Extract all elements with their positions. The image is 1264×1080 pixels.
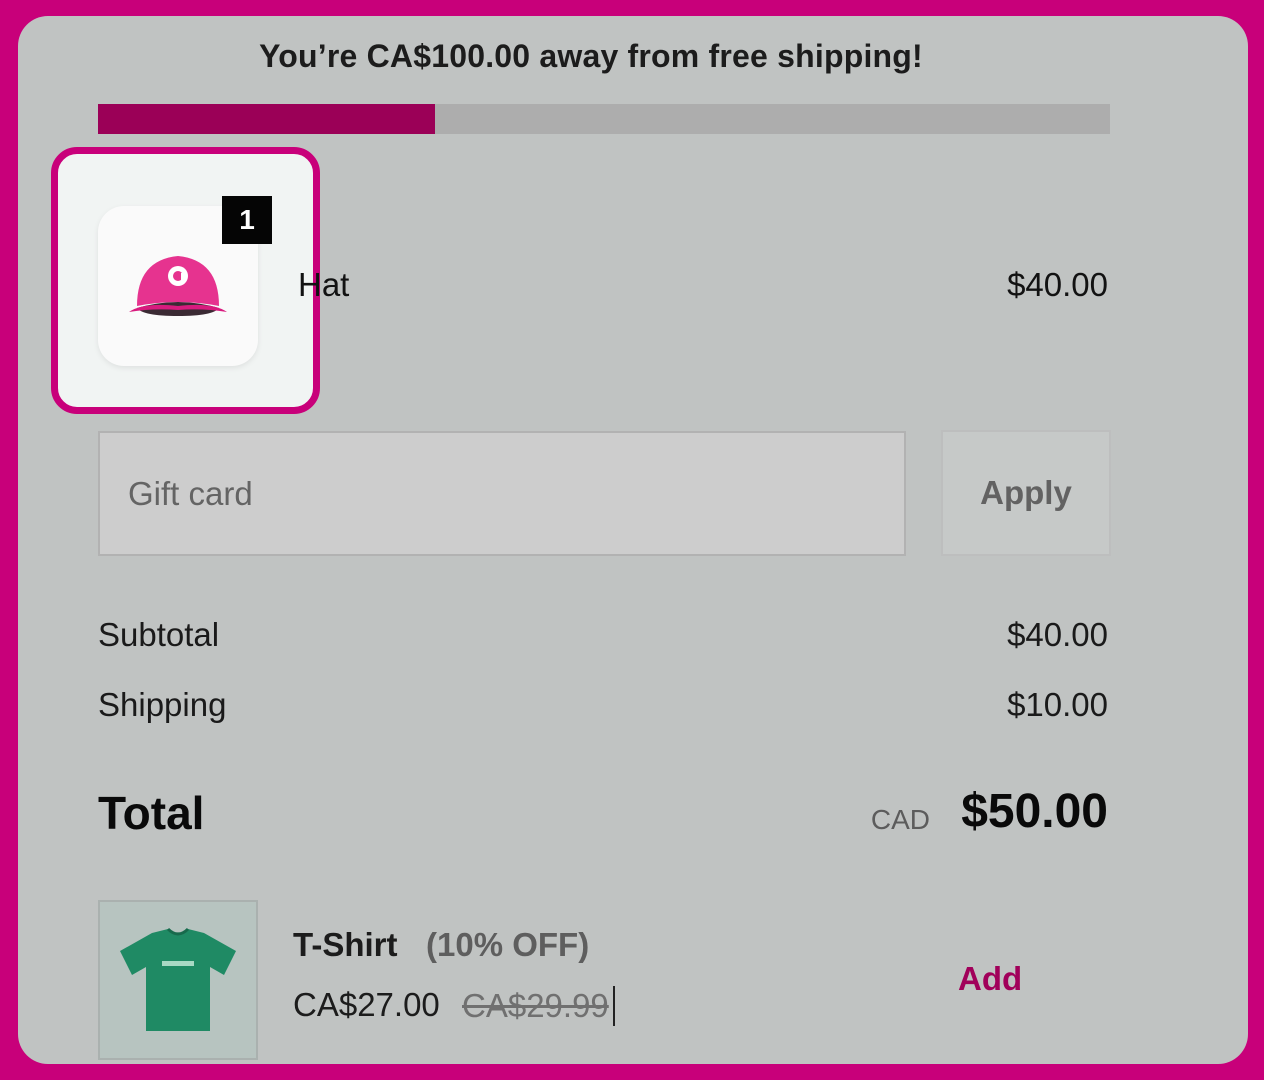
upsell-discount-label: (10% OFF)	[426, 926, 590, 963]
free-shipping-progress-bar	[98, 104, 1110, 134]
total-value: $50.00	[961, 785, 1108, 838]
apply-gift-card-button[interactable]: Apply	[941, 430, 1111, 556]
cart-item-price: $40.00	[1007, 266, 1108, 303]
upsell-sale-price: CA$27.00	[293, 986, 440, 1023]
upsell-add-button[interactable]: Add	[958, 960, 1022, 998]
cart-drawer: You’re CA$100.00 away from free shipping…	[18, 16, 1248, 1064]
total-label: Total	[98, 787, 205, 839]
progress-bar-fill	[98, 104, 435, 134]
gift-card-input[interactable]	[98, 431, 906, 556]
upsell-compare-price: CA$29.99	[462, 986, 615, 1026]
pink-cap-icon	[129, 256, 227, 316]
upsell-product-name: T-Shirt	[293, 926, 398, 963]
free-shipping-banner: You’re CA$100.00 away from free shipping…	[18, 38, 1248, 75]
subtotal-label: Subtotal	[98, 616, 220, 653]
shipping-value: $10.00	[1007, 686, 1108, 723]
free-shipping-message: You’re CA$100.00 away from free shipping…	[259, 38, 923, 74]
cart-item-name[interactable]: Hat	[298, 266, 349, 304]
shipping-label: Shipping	[98, 686, 227, 723]
green-tshirt-icon	[120, 927, 236, 1031]
upsell-thumbnail[interactable]	[98, 900, 258, 1060]
total-currency: CAD	[870, 804, 930, 835]
cart-item-quantity-badge: 1	[222, 196, 272, 244]
subtotal-value: $40.00	[1007, 616, 1108, 653]
